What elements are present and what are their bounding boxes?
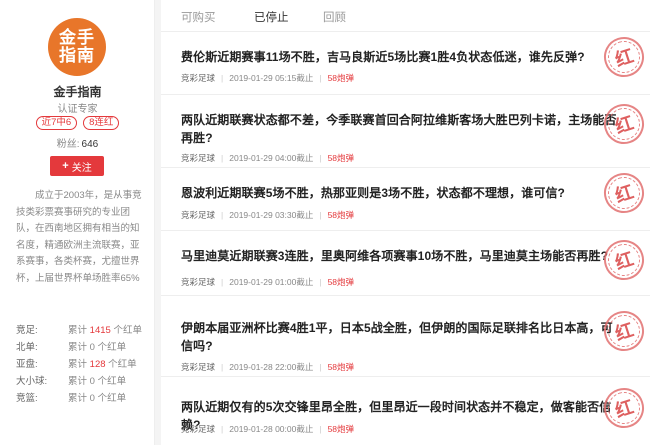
article-category: 竞彩足球 (181, 153, 216, 163)
red-win-stamp-icon: 红 (598, 234, 650, 286)
stat-row: 竞篮: 累计 0 个红单 (16, 390, 146, 407)
fans-number: 646 (81, 139, 99, 150)
stat-value: 累计 0 个红单 (68, 342, 127, 353)
logo-text-line2: 指南 (59, 46, 95, 66)
article-deadline: 2019-01-29 05:15截止 (229, 73, 314, 83)
tab-available[interactable]: 可购买 (181, 9, 216, 25)
follow-button[interactable]: + 关注 (50, 156, 104, 176)
article-price: 58炮弹 (327, 153, 355, 163)
article-item[interactable]: 费伦斯近期赛事11场不胜，吉马良斯近5场比赛1胜4负状态低迷，谁先反弹? 竞彩足… (161, 31, 650, 95)
stat-value: 累计 1415 个红单 (68, 325, 142, 336)
article-item[interactable]: 伊朗本届亚洲杯比赛4胜1平，日本5战全胜，但伊朗的国际足联排名比日本高，可信吗?… (161, 297, 650, 377)
article-category: 竞彩足球 (181, 424, 216, 434)
stat-number: 1415 (89, 325, 111, 336)
plus-icon: + (62, 160, 69, 172)
stat-row: 北单: 累计 0 个红单 (16, 339, 146, 356)
tab-stopped[interactable]: 已停止 (254, 9, 289, 25)
article-meta: 竞彩足球 | 2019-01-29 05:15截止 | 58炮弹 (181, 73, 355, 83)
article-deadline: 2019-01-29 01:00截止 (229, 277, 314, 287)
expert-bio: 成立于2003年，是从事竞技类彩票赛事研究的专业团队，在西南地区拥有相当的知名度… (16, 190, 142, 284)
stat-value: 累计 128 个红单 (68, 359, 137, 370)
article-meta: 竞彩足球 | 2019-01-29 04:00截止 | 58炮弹 (181, 153, 355, 163)
page: 金手 指南 金手指南 认证专家 近7中6 8连红 粉丝: 646 + 关注 成立于… (0, 0, 650, 445)
record-badges: 近7中6 8连红 (0, 116, 155, 130)
badge-recent-record: 近7中6 (35, 116, 78, 130)
fans-label: 粉丝: (56, 139, 80, 150)
stat-row: 竞足: 累计 1415 个红单 (16, 322, 146, 339)
stat-label: 竞篮: (16, 393, 38, 404)
article-deadline: 2019-01-29 03:30截止 (229, 210, 314, 220)
tab-review[interactable]: 回顾 (323, 9, 346, 25)
expert-sidebar: 金手 指南 金手指南 认证专家 近7中6 8连红 粉丝: 646 + 关注 成立于… (0, 0, 155, 445)
stat-row: 亚盘: 累计 128 个红单 (16, 356, 146, 373)
stat-number: 0 (89, 376, 95, 387)
red-win-stamp-icon: 红 (598, 167, 650, 219)
article-item[interactable]: 两队近期仅有的5次交锋里昂全胜，但里昂近一段时间状态并不稳定，做客能否信赖? 竞… (161, 378, 650, 445)
article-title[interactable]: 两队近期联赛状态都不差，今季联赛首回合阿拉维斯客场大胜巴列卡诺，主场能否再胜? (181, 111, 617, 147)
article-deadline: 2019-01-28 22:00截止 (229, 362, 314, 372)
stat-row: 大小球: 累计 0 个红单 (16, 373, 146, 390)
article-title[interactable]: 恩波利近期联赛5场不胜，热那亚则是3场不胜，状态都不理想，谁可信? (181, 184, 617, 202)
stat-value: 累计 0 个红单 (68, 376, 127, 387)
stat-number: 128 (89, 359, 106, 370)
article-item[interactable]: 马里迪莫近期联赛3连胜，里奥阿维各项赛事10场不胜，马里迪莫主场能否再胜? 竞彩… (161, 232, 650, 296)
article-title[interactable]: 伊朗本届亚洲杯比赛4胜1平，日本5战全胜，但伊朗的国际足联排名比日本高，可信吗? (181, 319, 617, 355)
stat-label: 竞足: (16, 325, 38, 336)
article-meta: 竞彩足球 | 2019-01-29 01:00截止 | 58炮弹 (181, 277, 355, 287)
red-ticket-stats: 竞足: 累计 1415 个红单 北单: 累计 0 个红单 亚盘: 累计 128 … (16, 322, 146, 407)
article-category: 竞彩足球 (181, 277, 216, 287)
stat-value: 累计 0 个红单 (68, 393, 127, 404)
article-category: 竞彩足球 (181, 210, 216, 220)
article-price: 58炮弹 (327, 210, 355, 220)
logo-text-line1: 金手 (59, 28, 95, 48)
article-title[interactable]: 费伦斯近期赛事11场不胜，吉马良斯近5场比赛1胜4负状态低迷，谁先反弹? (181, 48, 617, 66)
fans-count: 粉丝: 646 (0, 135, 155, 150)
article-category: 竞彩足球 (181, 362, 216, 372)
article-deadline: 2019-01-29 04:00截止 (229, 153, 314, 163)
status-tabs: 可购买 已停止 回顾 (161, 0, 650, 32)
article-category: 竞彩足球 (181, 73, 216, 83)
stat-label: 亚盘: (16, 359, 38, 370)
article-price: 58炮弹 (327, 277, 355, 287)
follow-label: 关注 (71, 162, 92, 174)
stat-number: 0 (89, 393, 95, 404)
stat-label: 北单: (16, 342, 38, 353)
badge-win-streak: 8连红 (83, 116, 120, 130)
expert-name: 金手指南 (53, 85, 102, 99)
article-item[interactable]: 两队近期联赛状态都不差，今季联赛首回合阿拉维斯客场大胜巴列卡诺，主场能否再胜? … (161, 96, 650, 168)
article-title[interactable]: 马里迪莫近期联赛3连胜，里奥阿维各项赛事10场不胜，马里迪莫主场能否再胜? (181, 247, 617, 265)
stat-number: 0 (89, 342, 95, 353)
article-price: 58炮弹 (327, 424, 355, 434)
article-price: 58炮弹 (327, 362, 355, 372)
stat-label: 大小球: (16, 376, 48, 387)
article-meta: 竞彩足球 | 2019-01-29 03:30截止 | 58炮弹 (181, 210, 355, 220)
article-meta: 竞彩足球 | 2019-01-28 00:00截止 | 58炮弹 (181, 424, 355, 434)
article-deadline: 2019-01-28 00:00截止 (229, 424, 314, 434)
expert-role: 认证专家 (57, 104, 98, 115)
article-meta: 竞彩足球 | 2019-01-28 22:00截止 | 58炮弹 (181, 362, 355, 372)
red-win-stamp-icon: 红 (598, 31, 650, 83)
expert-logo: 金手 指南 (48, 18, 106, 76)
article-price: 58炮弹 (327, 73, 355, 83)
article-item[interactable]: 恩波利近期联赛5场不胜，热那亚则是3场不胜，状态都不理想，谁可信? 竞彩足球 | … (161, 167, 650, 231)
article-panel: 可购买 已停止 回顾 费伦斯近期赛事11场不胜，吉马良斯近5场比赛1胜4负状态低… (161, 0, 650, 445)
